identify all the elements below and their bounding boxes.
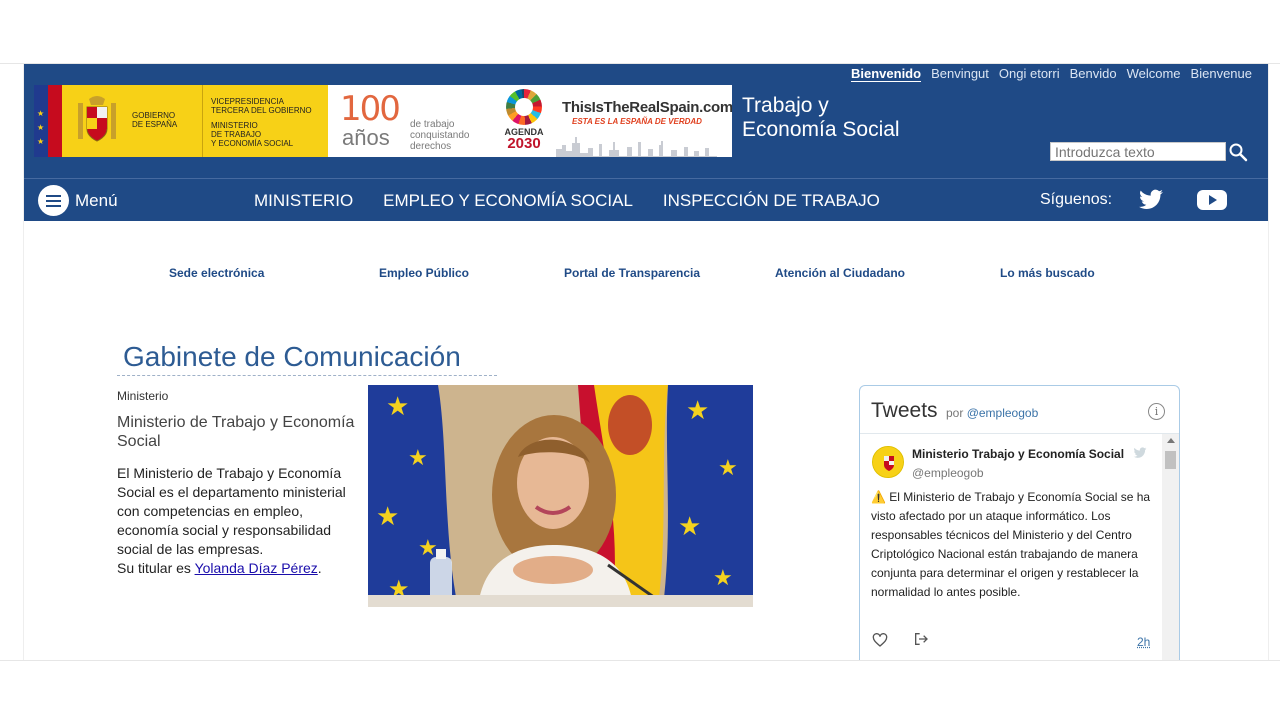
tweet-text: ⚠️ El Ministerio de Trabajo y Economía S… [871,490,1151,599]
tweet-author[interactable]: Ministerio Trabajo y Economía Social [912,447,1124,461]
scroll-thumb[interactable] [1165,451,1176,469]
nav-links: MINISTERIO EMPLEO Y ECONOMÍA SOCIAL INSP… [254,191,880,211]
top-strip [0,0,1280,64]
government-label: Gobierno de España [132,111,178,129]
tweet-timestamp[interactable]: 2h [1137,635,1150,649]
quick-link-portal-transparencia[interactable]: Portal de Transparencia [564,266,700,280]
nav-empleo-economia-social[interactable]: EMPLEO Y ECONOMÍA SOCIAL [383,191,633,211]
quick-links: Sede electrónica Empleo Público Portal d… [0,266,1280,286]
star-icon: ★ [37,123,45,132]
organization-description: El Ministerio de Trabajo y Economía Soci… [117,465,346,576]
twitter-bird-icon[interactable] [1132,446,1148,460]
twitter-timeline: Tweets por @empleogob i Ministerio Traba… [859,385,1180,661]
lang-french[interactable]: Bienvenue [1191,66,1252,82]
eu-flag-stripe: ★ ★ ★ [34,85,62,157]
nav-inspeccion-trabajo[interactable]: INSPECCIÓN DE TRABAJO [663,191,880,211]
titular-prefix: Su titular es [117,560,195,576]
description-text: El Ministerio de Trabajo y Economía Soci… [117,465,346,557]
government-logo[interactable]: ★ ★ ★ Gobierno de España [34,85,328,157]
nav-ministerio[interactable]: MINISTERIO [254,191,353,211]
quick-link-sede-electronica[interactable]: Sede electrónica [169,266,264,280]
star-icon: ★ [37,109,45,118]
info-icon[interactable]: i [1148,403,1165,420]
lang-catalan[interactable]: Benvingut [931,66,989,82]
svg-text:★: ★ [418,535,438,560]
sdg-wheel-icon [506,89,542,125]
language-selector: Bienvenido Benvingut Ongi etorri Benvido… [851,66,1252,82]
site-title[interactable]: Trabajo y Economía Social [742,94,900,142]
coat-of-arms-icon [62,85,132,157]
search-input[interactable] [1050,142,1226,161]
menu-button[interactable]: Menú [38,185,118,216]
right-margin [1268,64,1280,660]
svg-text:★: ★ [376,501,399,531]
bottom-strip [0,660,1280,720]
lang-galician[interactable]: Benvido [1070,66,1117,82]
avatar[interactable] [872,446,904,478]
timeline-handle-link[interactable]: @empleogob [967,406,1039,420]
left-margin [0,64,24,660]
timeline-title: Tweets [871,399,938,422]
svg-text:★: ★ [408,445,428,470]
agenda-2030-logo[interactable]: AGENDA 2030 [492,85,556,157]
page-title: Gabinete de Comunicación [117,341,497,376]
page: Bienvenido Benvingut Ongi etorri Benvido… [0,0,1280,720]
real-spain-logo[interactable]: ThisIsTheRealSpain.com ESTA ES LA ESPAÑA… [556,85,732,157]
hamburger-icon [38,185,69,216]
timeline-header: Tweets por @empleogob i [860,386,1179,434]
follow-label: Síguenos: [1040,191,1113,208]
tweet-handle[interactable]: @empleogob [912,466,984,480]
quick-link-atencion-ciudadano[interactable]: Atención al Ciudadano [775,266,905,280]
lang-english[interactable]: Welcome [1127,66,1181,82]
centenary-number: 100 [340,89,401,129]
share-icon[interactable] [913,631,929,647]
search-icon[interactable] [1228,142,1248,162]
svg-text:★: ★ [678,511,701,541]
centenary-anos: años [342,125,390,150]
svg-text:★: ★ [386,391,409,421]
centenary-tagline: de trabajo conquistando derechos [410,119,470,152]
lang-spanish[interactable]: Bienvenido [851,66,922,82]
quick-link-lo-mas-buscado[interactable]: Lo más buscado [1000,266,1095,280]
menu-label: Menú [75,190,118,210]
organization-name: Ministerio de Trabajo y Economía Social [117,414,355,450]
minister-photo: ★ ★ ★ ★ ★ ★ ★ ★ ★ [368,385,753,607]
section-label: Ministerio [117,389,169,403]
svg-text:★: ★ [686,395,709,425]
skyline-icon [556,137,717,157]
heart-icon[interactable] [872,632,888,648]
centenary-logo[interactable]: 100 años de trabajo conquistando derecho… [328,85,492,157]
svg-text:★: ★ [718,455,738,480]
site-header: Bienvenido Benvingut Ongi etorri Benvido… [24,64,1268,178]
warning-icon: ⚠️ [871,490,886,504]
svg-text:★: ★ [713,565,733,590]
scroll-up-icon[interactable] [1167,438,1175,443]
twitter-icon[interactable] [1137,187,1165,213]
quick-link-empleo-publico[interactable]: Empleo Público [379,266,469,280]
youtube-icon[interactable] [1196,188,1228,212]
timeline-by: por @empleogob [946,406,1039,420]
lang-basque[interactable]: Ongi etorri [999,66,1060,82]
ministry-label: Vicepresidencia tercera del gobierno Min… [202,85,328,157]
minister-link[interactable]: Yolanda Díaz Pérez [195,560,318,576]
star-icon: ★ [37,137,45,146]
main-navigation: Menú MINISTERIO EMPLEO Y ECONOMÍA SOCIAL… [24,178,1268,221]
timeline-scrollbar[interactable] [1162,434,1179,660]
